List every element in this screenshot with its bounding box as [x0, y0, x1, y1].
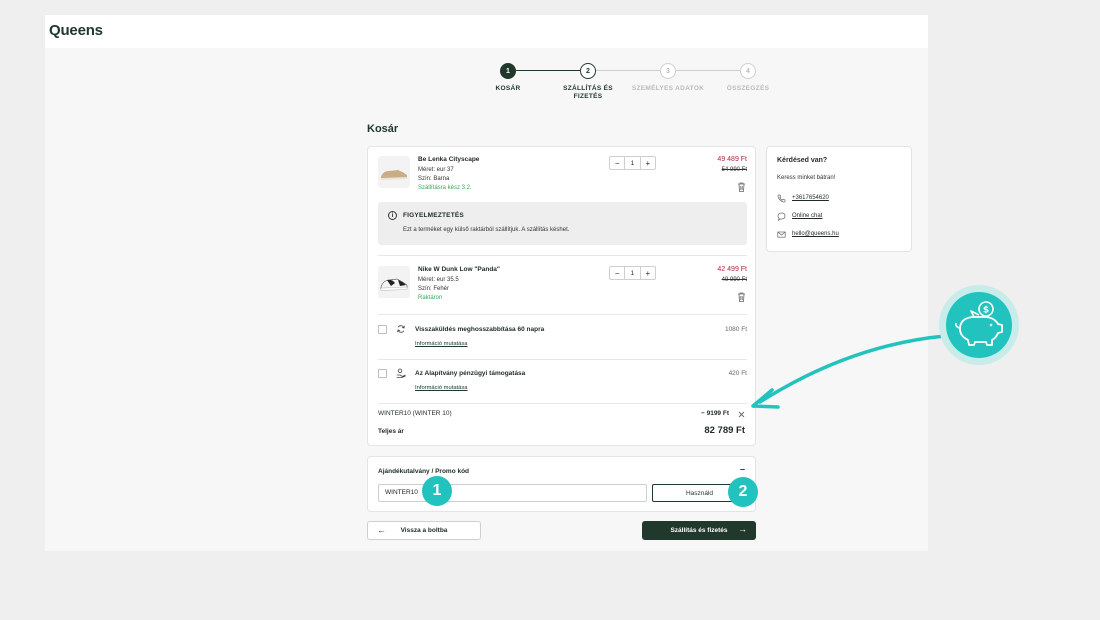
- donation-icon: [396, 368, 406, 378]
- product-price: 49 489 Ft: [717, 156, 747, 163]
- trash-icon[interactable]: [737, 182, 746, 192]
- product-color: Szín: Fehér: [418, 286, 450, 292]
- step-1-label: KOSÁR: [495, 85, 521, 92]
- divider: [378, 314, 747, 315]
- discount-amount: − 9199 Ft: [700, 410, 729, 417]
- cart-card: Be Lenka Cityscape Méret: eur 37 Szín: B…: [367, 146, 756, 446]
- email-link[interactable]: hello@queens.hu: [792, 231, 839, 237]
- addon-info-link[interactable]: Információ mutatása: [415, 341, 468, 347]
- increase-button[interactable]: +: [641, 157, 655, 169]
- step-connector: [516, 70, 580, 71]
- refresh-icon: [397, 325, 405, 333]
- quantity-stepper: − 1 +: [609, 266, 656, 280]
- addon-title: Visszaküldés meghosszabbítása 60 napra: [415, 326, 545, 333]
- annotation-arrow: [751, 334, 947, 409]
- svg-text:$: $: [983, 306, 989, 316]
- addon-row: Az Alapítvány pénzügyi támogatása Inform…: [378, 368, 747, 398]
- product-availability: Szállításra kész 3.2.: [418, 185, 472, 191]
- help-title: Kérdésed van?: [777, 157, 828, 164]
- checkout-stepper: 1 2 3 4 KOSÁR SZÁLLÍTÁS ÉS FIZETÉS SZEMÉ…: [496, 63, 780, 113]
- product-size: Méret: eur 35.5: [418, 277, 459, 283]
- collapse-button[interactable]: –: [740, 464, 745, 474]
- arrow-left-icon: ←: [377, 525, 386, 535]
- decrease-button[interactable]: −: [610, 267, 624, 279]
- step-connector: [676, 70, 740, 71]
- logo[interactable]: Queens: [49, 22, 103, 39]
- product-name[interactable]: Nike W Dunk Low "Panda": [418, 266, 500, 273]
- product-image: [378, 266, 410, 298]
- addon-title: Az Alapítvány pénzügyi támogatása: [415, 370, 526, 377]
- step-2-dot[interactable]: 2: [580, 63, 596, 79]
- cart-item: Nike W Dunk Low "Panda" Méret: eur 35.5 …: [378, 266, 747, 306]
- total-label: Teljes ár: [378, 428, 404, 435]
- product-size: Méret: eur 37: [418, 167, 454, 173]
- top-bar: Queens: [45, 15, 928, 48]
- piggy-bank-icon: $: [939, 285, 1019, 365]
- phone-icon: [777, 194, 786, 203]
- promo-title: Ajándékutalvány / Promo kód: [378, 468, 470, 475]
- divider: [378, 255, 747, 256]
- discount-code: WINTER10 (WINTER 10): [378, 410, 452, 417]
- warning-text: Ezt a terméket egy külső raktárból száll…: [403, 227, 570, 233]
- addon-checkbox[interactable]: [378, 369, 387, 378]
- divider: [378, 403, 747, 404]
- help-card: Kérdésed van? Keress minket bátran! +361…: [766, 146, 912, 252]
- warning-title: FIGYELMEZTETÉS: [403, 212, 464, 219]
- shipping-payment-button[interactable]: Szállítás és fizetés →: [642, 521, 756, 540]
- product-old-price: 54 990 Ft: [721, 167, 747, 173]
- addon-row: Visszaküldés meghosszabbítása 60 napra I…: [378, 324, 747, 354]
- phone-link[interactable]: +3617654620: [792, 195, 829, 201]
- step-4-label: ÖSSZEGZÉS: [726, 85, 770, 92]
- product-old-price: 49 990 Ft: [721, 277, 747, 283]
- step-4-dot: 4: [740, 63, 756, 79]
- chat-link[interactable]: Online chat: [792, 213, 822, 219]
- divider: [378, 359, 747, 360]
- back-button-label: Vissza a boltba: [400, 527, 448, 534]
- product-price: 42 499 Ft: [717, 266, 747, 273]
- total-value: 82 789 Ft: [704, 425, 745, 436]
- help-subtitle: Keress minket bátran!: [777, 175, 836, 181]
- product-color: Szín: Barna: [418, 176, 450, 182]
- annotation-badge-2: 2: [728, 477, 758, 507]
- warning-box: i FIGYELMEZTETÉS Ezt a terméket egy küls…: [378, 202, 747, 245]
- promo-code-input[interactable]: WINTER10: [378, 484, 647, 502]
- product-availability: Raktáron: [418, 295, 443, 301]
- step-3-label: SZEMÉLYES ADATOK: [631, 85, 705, 92]
- product-image: [378, 156, 410, 188]
- cart-item: Be Lenka Cityscape Méret: eur 37 Szín: B…: [378, 156, 747, 196]
- step-2-label: SZÁLLÍTÁS ÉS FIZETÉS: [563, 85, 613, 100]
- annotation-badge-1: 1: [422, 476, 452, 506]
- info-icon: i: [388, 211, 397, 220]
- arrow-right-icon: →: [738, 524, 747, 534]
- step-connector: [596, 70, 660, 71]
- chat-icon: [777, 212, 786, 221]
- quantity-value[interactable]: 1: [624, 267, 641, 279]
- trash-icon[interactable]: [737, 292, 746, 302]
- checkout-page: Queens 1 2 3 4 KOSÁR SZÁLLÍTÁS ÉS FIZETÉ…: [45, 15, 928, 551]
- increase-button[interactable]: +: [641, 267, 655, 279]
- addon-info-link[interactable]: Információ mutatása: [415, 385, 468, 391]
- back-to-shop-button[interactable]: ← Vissza a boltba: [367, 521, 481, 540]
- step-1-dot[interactable]: 1: [500, 63, 516, 79]
- decrease-button[interactable]: −: [610, 157, 624, 169]
- quantity-value[interactable]: 1: [624, 157, 641, 169]
- next-button-label: Szállítás és fizetés: [670, 527, 728, 534]
- step-3-dot: 3: [660, 63, 676, 79]
- mail-icon: [777, 231, 786, 238]
- product-name[interactable]: Be Lenka Cityscape: [418, 156, 479, 163]
- quantity-stepper: − 1 +: [609, 156, 656, 170]
- addon-checkbox[interactable]: [378, 325, 387, 334]
- page-title: Kosár: [367, 123, 399, 135]
